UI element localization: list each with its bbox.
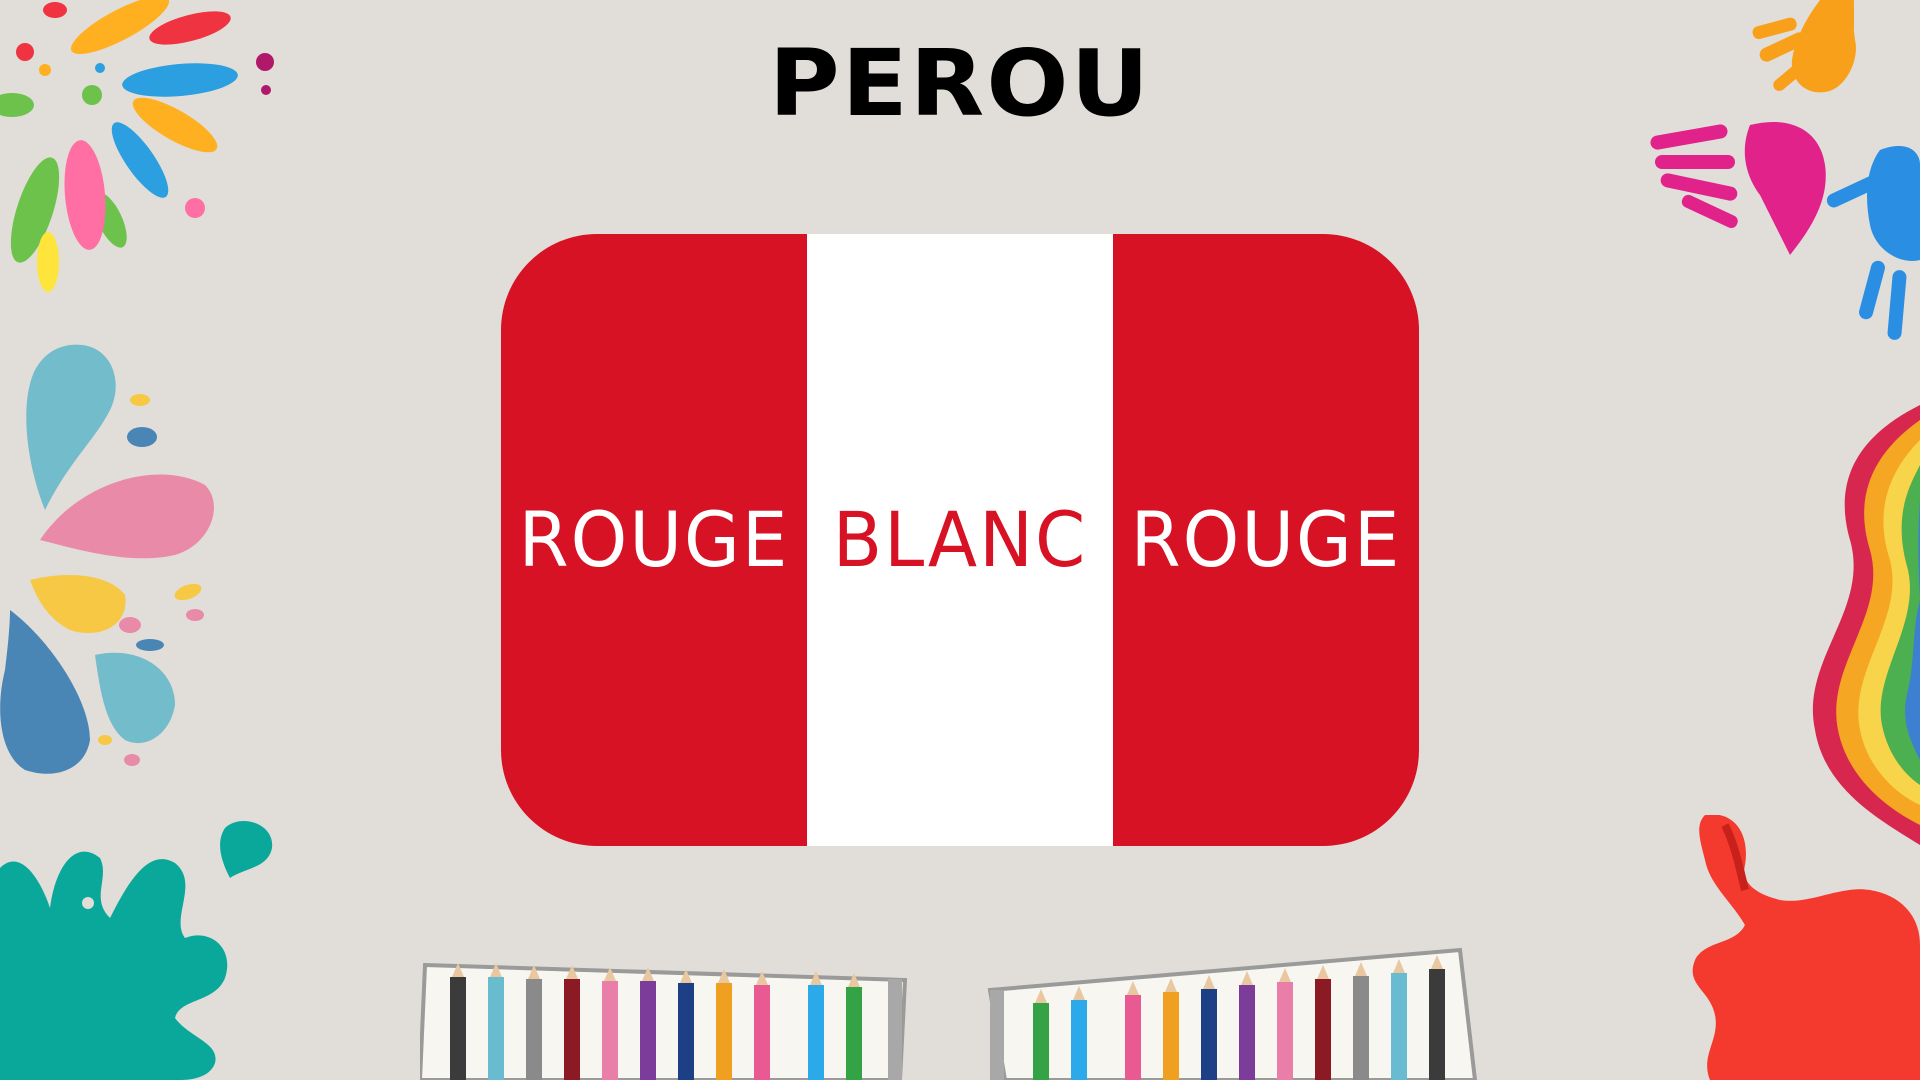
flag-band-right: ROUGE <box>1113 234 1419 846</box>
flag-band-left: ROUGE <box>501 234 807 846</box>
peru-flag: ROUGE BLANC ROUGE <box>501 234 1419 846</box>
band-label-left: ROUGE <box>518 495 790 585</box>
page-title: PEROU <box>768 30 1152 137</box>
rainbow-wave-icon <box>1790 400 1920 850</box>
slide: PEROU ROUGE BLANC ROUGE <box>0 0 1920 1080</box>
band-label-center: BLANC <box>832 495 1088 585</box>
band-label-right: ROUGE <box>1130 495 1402 585</box>
paint-drops-icon <box>0 340 230 780</box>
flag-band-center: BLANC <box>807 234 1113 846</box>
colored-pencil-box-icon <box>420 955 910 1080</box>
red-paint-splat-icon <box>1690 815 1920 1080</box>
teal-paint-splat-icon <box>0 808 280 1080</box>
colored-pencil-box-icon <box>985 945 1480 1080</box>
